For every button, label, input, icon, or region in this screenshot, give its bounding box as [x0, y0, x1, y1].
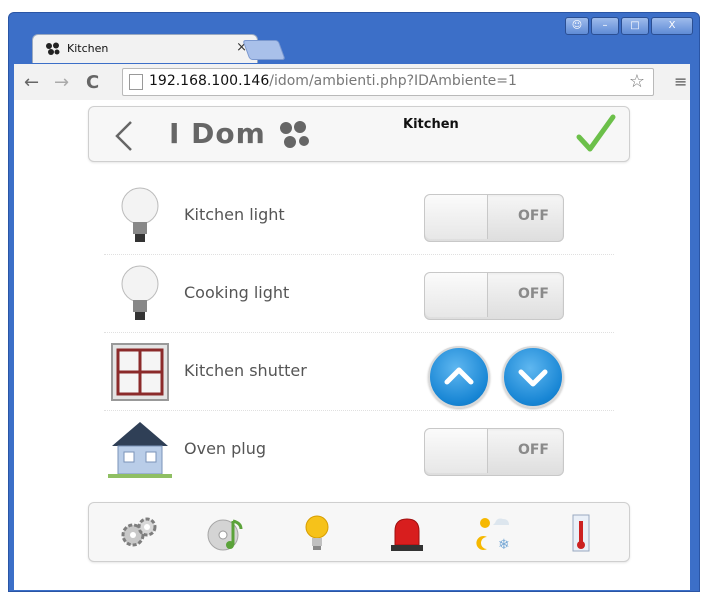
house-icon — [108, 422, 172, 478]
chevron-up-icon — [444, 367, 474, 385]
back-chevron-icon[interactable] — [111, 119, 137, 153]
toggle-state: OFF — [517, 442, 549, 458]
device-row-oven-plug: Oven plug OFF — [104, 412, 614, 488]
check-icon[interactable] — [575, 113, 617, 155]
menu-icon[interactable]: ≡ — [674, 72, 687, 91]
device-label: Kitchen light — [184, 205, 285, 224]
page-content: I Dom Kitchen Kitchen light OFF Cooking … — [14, 100, 690, 590]
chevron-down-icon — [518, 369, 548, 387]
light-bulb-icon — [121, 187, 159, 242]
browser-toolbar: ← → C 192.168.100.146/idom/ambienti.php?… — [14, 64, 690, 100]
reload-icon[interactable]: C — [86, 72, 99, 93]
url-host: 192.168.100.146 — [149, 73, 270, 89]
idom-logo: I Dom — [169, 117, 313, 150]
toggle-state: OFF — [517, 286, 549, 302]
toggle-knob — [425, 273, 488, 317]
gears-icon[interactable] — [117, 511, 161, 555]
device-row-kitchen-shutter: Kitchen shutter — [104, 334, 614, 411]
light-bulb-icon[interactable] — [295, 511, 339, 555]
page-title: Kitchen — [403, 117, 459, 132]
oven-plug-toggle[interactable]: OFF — [424, 428, 564, 476]
weather-icon[interactable]: ❄ — [473, 511, 517, 555]
app-header: I Dom Kitchen — [88, 106, 630, 162]
tab-kitchen[interactable]: Kitchen × — [32, 34, 258, 63]
light-bulb-icon — [121, 265, 159, 320]
back-arrow-icon[interactable]: ← — [24, 72, 39, 93]
svg-text:❄: ❄ — [498, 537, 510, 553]
toggle-knob — [425, 429, 488, 473]
footer-nav: ❄ — [88, 502, 630, 562]
url-text: 192.168.100.146/idom/ambienti.php?IDAmbi… — [149, 73, 517, 89]
device-label: Kitchen shutter — [184, 361, 307, 380]
url-path: /idom/ambienti.php?IDAmbiente=1 — [269, 73, 517, 89]
logo-text: I Dom — [169, 117, 266, 150]
maximize-button[interactable]: □ — [621, 17, 649, 35]
close-window-button[interactable]: X — [651, 17, 693, 35]
forward-arrow-icon[interactable]: → — [54, 72, 69, 93]
device-row-cooking-light: Cooking light OFF — [104, 256, 614, 333]
kitchen-light-toggle[interactable]: OFF — [424, 194, 564, 242]
thermometer-icon[interactable] — [559, 511, 603, 555]
shutter-up-button[interactable] — [428, 346, 490, 408]
page-icon — [129, 74, 143, 90]
logo-flower-icon — [279, 121, 309, 148]
cooking-light-toggle[interactable]: OFF — [424, 272, 564, 320]
device-label: Oven plug — [184, 439, 267, 458]
star-icon[interactable]: ☆ — [629, 71, 645, 92]
music-cd-icon[interactable] — [203, 511, 247, 555]
device-label: Cooking light — [184, 283, 290, 302]
device-row-kitchen-light: Kitchen light OFF — [104, 178, 614, 255]
tab-title: Kitchen — [67, 42, 109, 55]
toggle-state: OFF — [517, 208, 549, 224]
shutter-down-button[interactable] — [502, 346, 564, 408]
window-controls: ☺ – □ X — [565, 17, 693, 35]
toggle-knob — [425, 195, 488, 239]
minimize-button[interactable]: – — [591, 17, 619, 35]
idom-favicon-icon — [46, 42, 60, 55]
alarm-siren-icon[interactable] — [385, 511, 429, 555]
new-tab-button[interactable] — [242, 40, 286, 60]
address-bar[interactable]: 192.168.100.146/idom/ambienti.php?IDAmbi… — [122, 68, 654, 96]
user-icon[interactable]: ☺ — [565, 17, 589, 35]
window-shutter-icon — [111, 343, 169, 401]
